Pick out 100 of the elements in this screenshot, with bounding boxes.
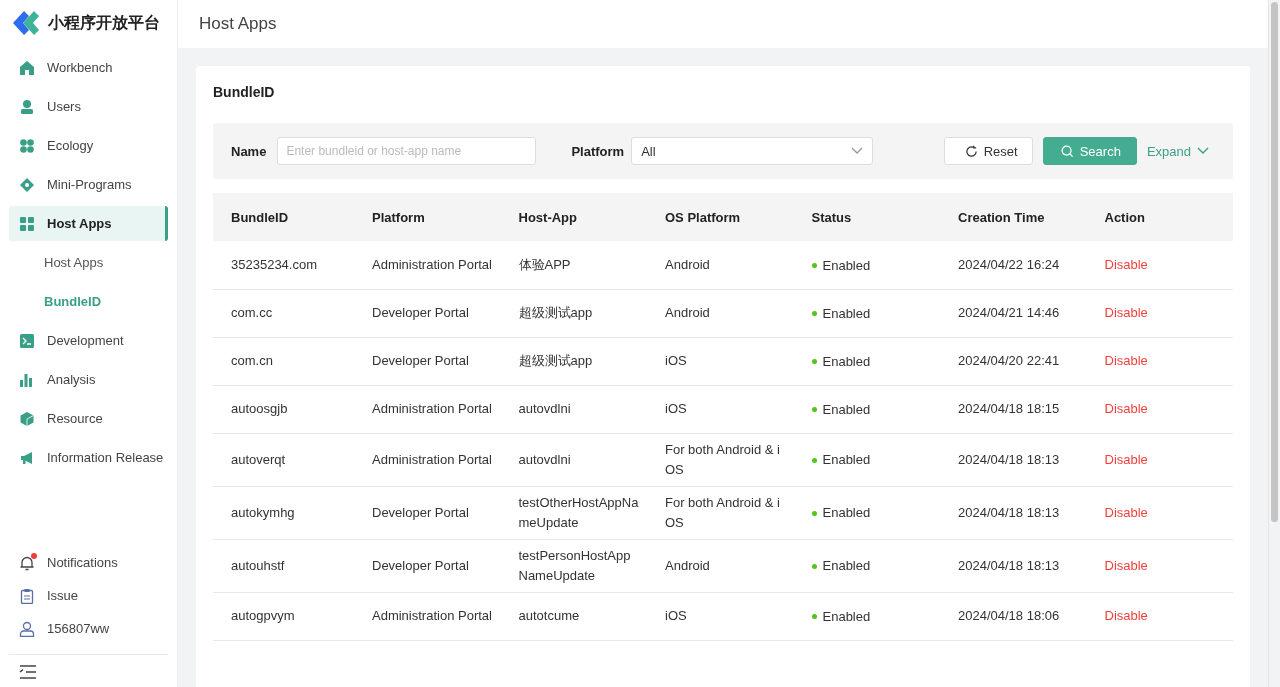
sidebar-item[interactable]: Information Release bbox=[9, 440, 168, 475]
status-text: Enabled bbox=[811, 556, 871, 577]
table-cell: For both Android & iOS bbox=[665, 441, 780, 477]
table-cell: autoosgjb bbox=[231, 401, 288, 416]
table-cell: com.cc bbox=[231, 305, 273, 320]
user-icon bbox=[19, 98, 35, 115]
reset-button[interactable]: Reset bbox=[943, 137, 1033, 165]
table-cell: iOS bbox=[665, 353, 687, 368]
table-cell: autoverqt bbox=[231, 451, 286, 467]
table-cell: Android bbox=[665, 256, 710, 272]
four-dots-icon bbox=[19, 137, 35, 154]
column-header: Host-App bbox=[500, 193, 647, 241]
table-cell: Administration Portal bbox=[372, 401, 492, 416]
table-cell: 2024/04/18 18:13 bbox=[958, 451, 1060, 467]
grid-icon bbox=[19, 215, 35, 232]
name-search-field[interactable]: Enter bundleid or host-app name bbox=[277, 137, 537, 165]
sidebar-item[interactable]: Host Apps bbox=[9, 206, 168, 241]
disable-link[interactable]: Disable bbox=[1104, 504, 1148, 520]
status-text: Enabled bbox=[811, 255, 871, 276]
logo-title: 小程序开放平台 bbox=[48, 12, 160, 34]
cube-icon bbox=[19, 410, 35, 427]
table-cell: Administration Portal bbox=[372, 608, 492, 623]
table-cell: 2024/04/18 18:06 bbox=[958, 608, 1060, 623]
table-cell: Administration Portal bbox=[372, 451, 492, 467]
house-icon bbox=[19, 59, 35, 76]
sidebar-item[interactable]: Development bbox=[9, 323, 168, 358]
chevron-down-icon bbox=[1197, 147, 1209, 155]
table-cell: Developer Portal bbox=[372, 305, 469, 320]
status-text: Enabled bbox=[811, 351, 871, 372]
name-label: Name bbox=[231, 143, 267, 159]
table-cell: iOS bbox=[665, 608, 687, 623]
column-header: OS Platform bbox=[647, 193, 794, 241]
table-cell: Administration Portal bbox=[372, 256, 492, 272]
table-cell: Developer Portal bbox=[372, 557, 469, 573]
chevron-down-icon bbox=[851, 147, 864, 155]
status-text: Enabled bbox=[811, 606, 871, 627]
table-cell: iOS bbox=[665, 401, 687, 416]
column-header: BundleID bbox=[213, 193, 354, 241]
table-cell: 2024/04/21 14:46 bbox=[958, 305, 1060, 320]
table-cell: 2024/04/22 16:24 bbox=[958, 256, 1060, 272]
table-cell: autotcume bbox=[518, 608, 580, 623]
terminal-icon bbox=[19, 332, 35, 349]
table-cell: testOtherHostAppNameUpdate bbox=[518, 494, 639, 530]
table-cell: 35235234.com bbox=[231, 256, 317, 272]
column-header: Platform bbox=[354, 193, 501, 241]
status-text: Enabled bbox=[811, 450, 871, 471]
table-cell: testPersonHostAppNameUpdate bbox=[518, 547, 631, 583]
bar-chart-icon bbox=[19, 371, 35, 388]
table-cell: 超级测试app bbox=[518, 305, 593, 320]
sidebar-footer-item[interactable]: Issue bbox=[9, 579, 168, 612]
disable-link[interactable]: Disable bbox=[1104, 256, 1148, 272]
disable-link[interactable]: Disable bbox=[1104, 401, 1148, 416]
scrollbar-thumb[interactable] bbox=[1271, 2, 1278, 522]
disable-link[interactable]: Disable bbox=[1104, 557, 1148, 573]
search-icon bbox=[1060, 144, 1074, 158]
sidebar-item[interactable]: Analysis bbox=[9, 362, 168, 397]
table-cell: autovdlni bbox=[518, 451, 571, 467]
platform-dropdown[interactable]: All bbox=[631, 137, 874, 165]
card-title: BundleID bbox=[213, 83, 276, 102]
submenu-item[interactable]: Host Apps bbox=[9, 245, 168, 280]
clipboard-icon bbox=[19, 587, 35, 604]
status-text: Enabled bbox=[811, 399, 871, 420]
sidebar-item[interactable]: Workbench bbox=[9, 50, 168, 85]
megaphone-icon bbox=[19, 449, 35, 466]
table-cell: 超级测试app bbox=[518, 353, 593, 368]
table-cell: For both Android & iOS bbox=[665, 494, 780, 530]
table-cell: Developer Portal bbox=[372, 353, 469, 368]
table-cell: 2024/04/20 22:41 bbox=[958, 353, 1060, 368]
table-cell: Developer Portal bbox=[372, 504, 469, 520]
sidebar-item[interactable]: Resource bbox=[9, 401, 168, 436]
table-cell: autouhstf bbox=[231, 557, 285, 573]
collapse-menu-icon[interactable] bbox=[19, 665, 37, 679]
disable-link[interactable]: Disable bbox=[1104, 353, 1148, 368]
page-title: Host Apps bbox=[199, 14, 277, 34]
table-cell: autokymhg bbox=[231, 504, 295, 520]
table-cell: autovdlni bbox=[518, 401, 571, 416]
table-cell: 2024/04/18 18:13 bbox=[958, 504, 1060, 520]
status-text: Enabled bbox=[811, 503, 871, 524]
table-cell: 2024/04/18 18:15 bbox=[958, 401, 1060, 416]
platform-label: Platform bbox=[571, 143, 625, 159]
sidebar-item[interactable]: Mini-Programs bbox=[9, 167, 168, 202]
refresh-icon bbox=[964, 144, 978, 158]
disable-link[interactable]: Disable bbox=[1104, 608, 1148, 623]
table-cell: 2024/04/18 18:13 bbox=[958, 557, 1060, 573]
table-cell: Android bbox=[665, 305, 710, 320]
column-header: Action bbox=[1086, 193, 1233, 241]
table-cell: 体验APP bbox=[518, 256, 571, 272]
scrollbar[interactable] bbox=[1268, 0, 1280, 687]
sidebar-item[interactable]: Ecology bbox=[9, 128, 168, 163]
table-cell: autogpvym bbox=[231, 608, 295, 623]
disable-link[interactable]: Disable bbox=[1104, 451, 1148, 467]
sidebar-footer-item[interactable]: Notifications bbox=[9, 546, 168, 579]
column-header: Creation Time bbox=[940, 193, 1087, 241]
diamond-icon bbox=[19, 176, 35, 193]
sidebar-item[interactable]: Users bbox=[9, 89, 168, 124]
disable-link[interactable]: Disable bbox=[1104, 305, 1148, 320]
sidebar-footer-item[interactable]: 156807ww bbox=[9, 612, 168, 645]
table-cell: com.cn bbox=[231, 353, 273, 368]
table-cell: Android bbox=[665, 557, 710, 573]
person-icon bbox=[19, 620, 35, 637]
